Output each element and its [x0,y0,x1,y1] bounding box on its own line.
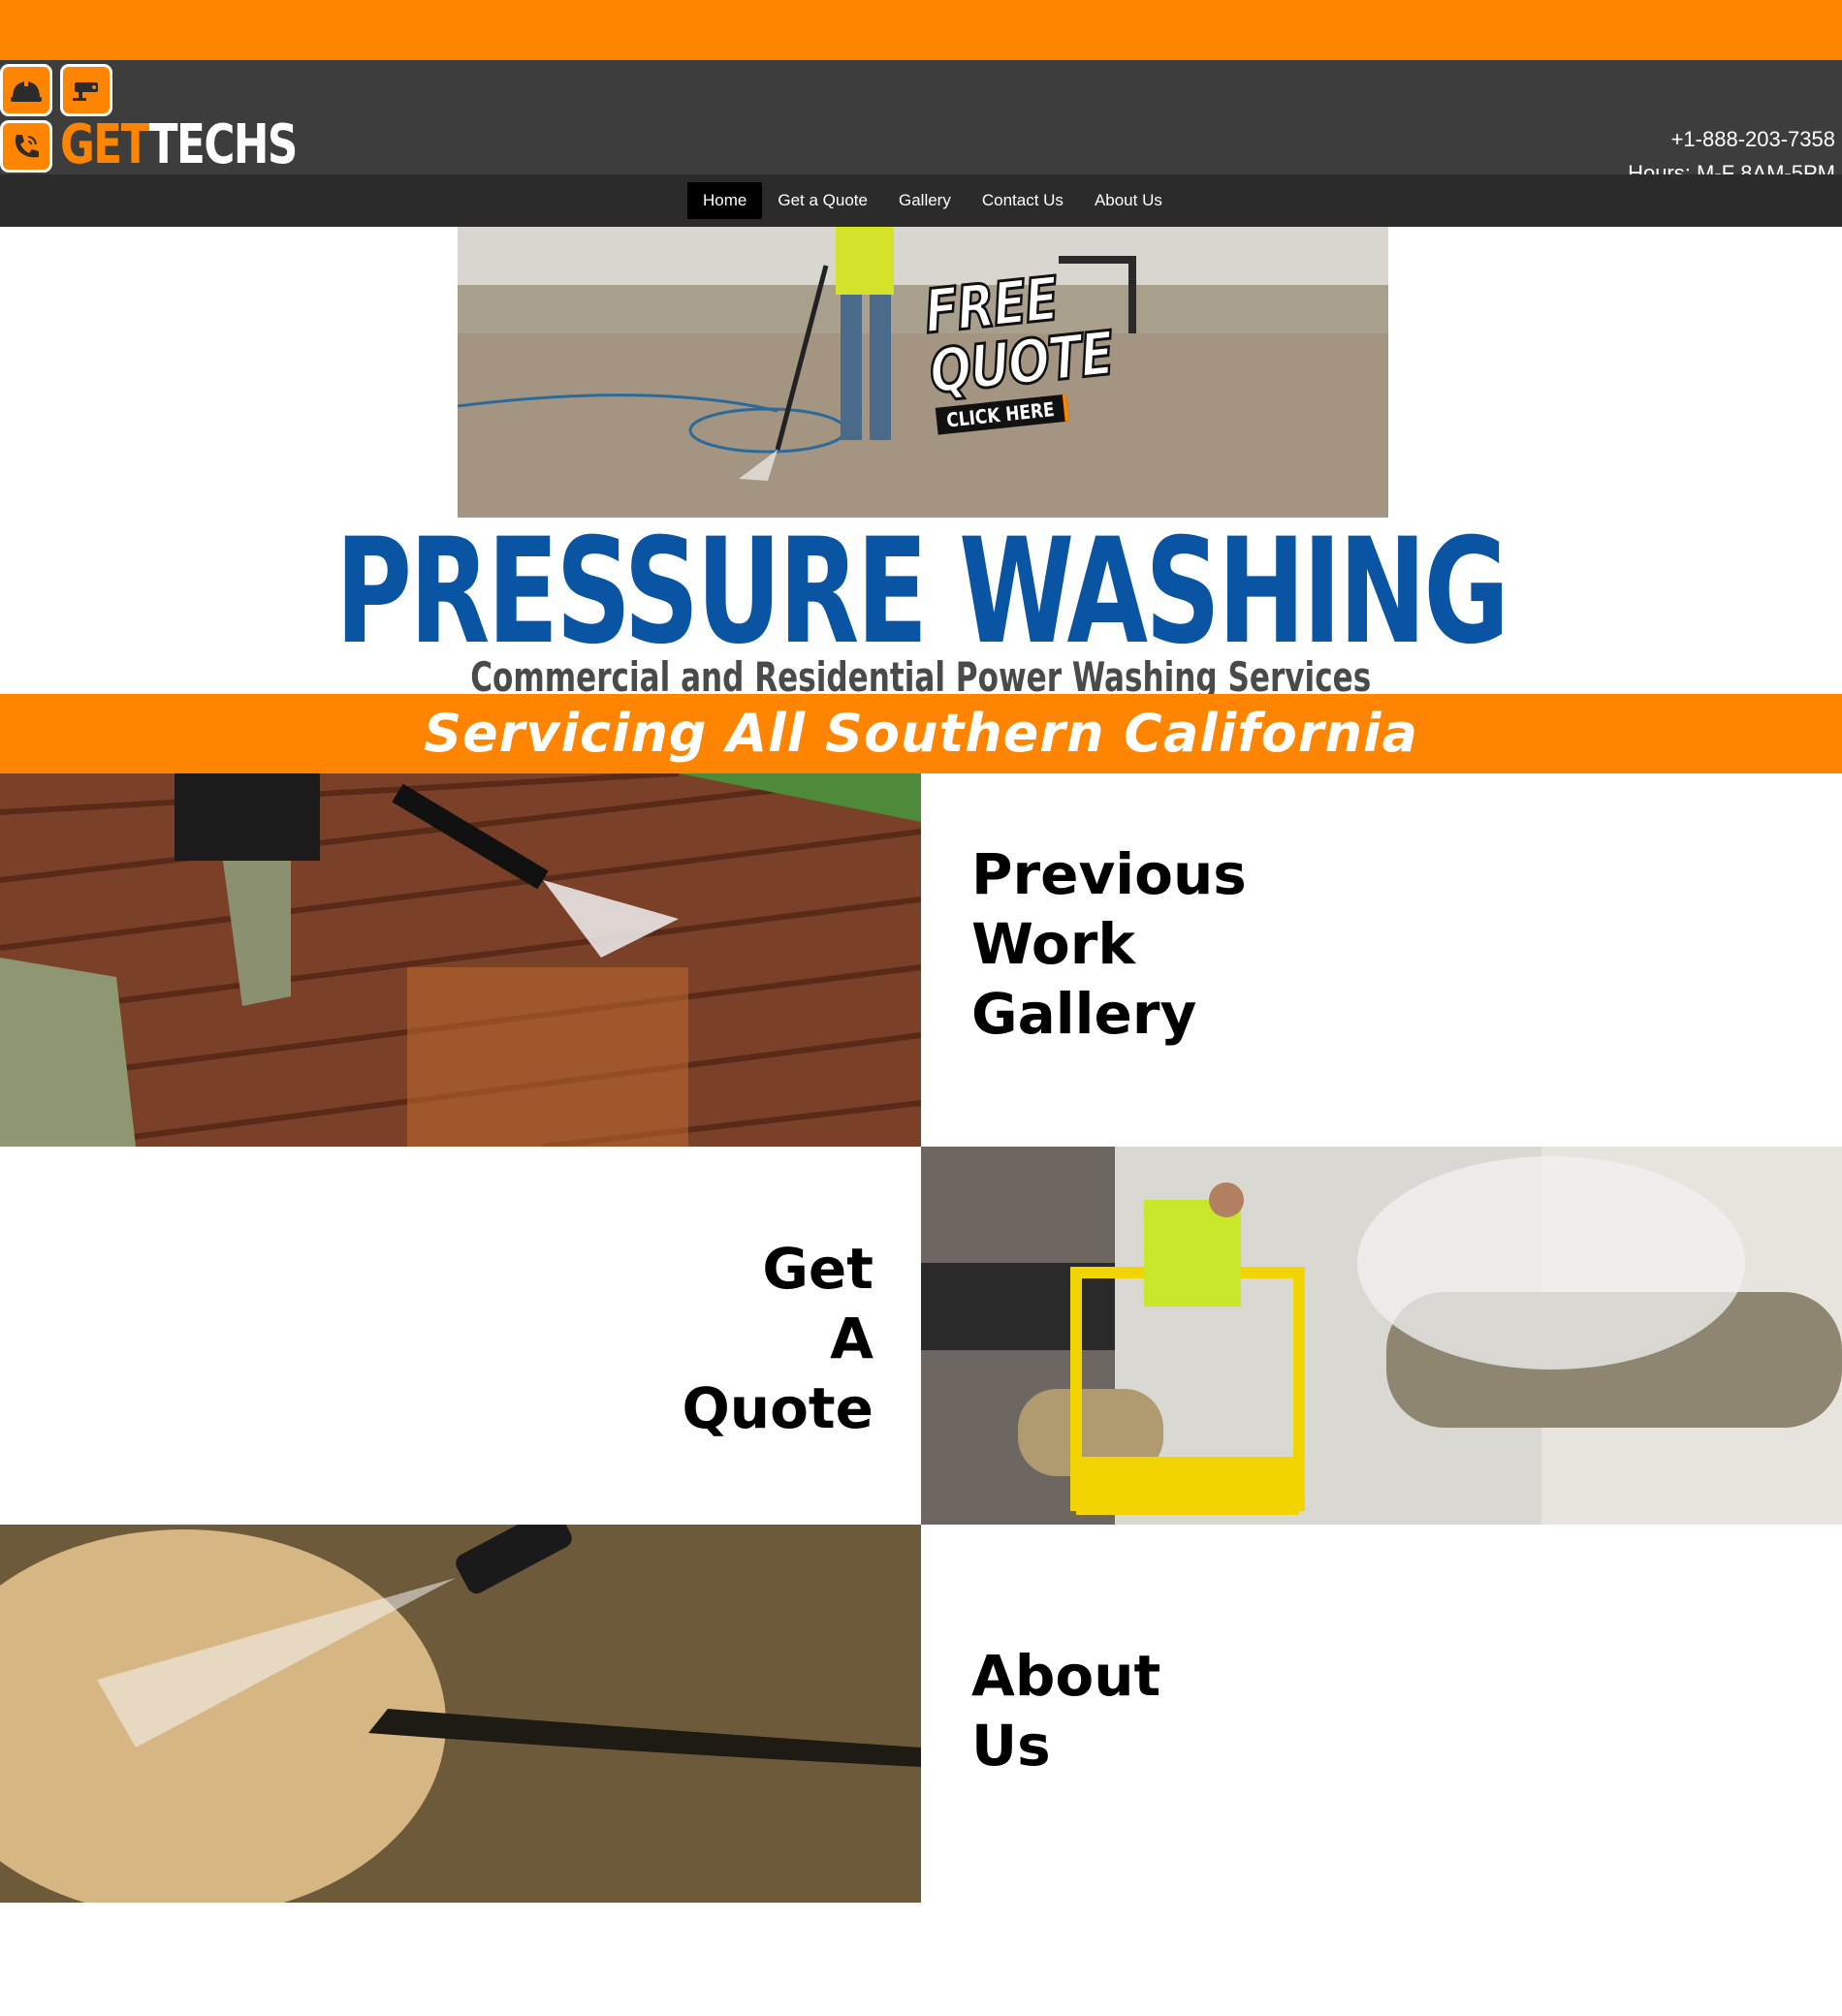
hardhat-icon [0,64,52,116]
phone-icon [0,120,52,173]
quote-row: Get A Quote [0,1147,1842,1525]
nav-home[interactable]: Home [687,182,763,219]
free-quote-line2: QUOTE [925,316,1117,408]
nav-get-a-quote[interactable]: Get a Quote [762,182,883,219]
free-quote-banner[interactable]: FREE QUOTE CLICK HERE [458,227,1388,518]
service-area-band: Servicing All Southern California [0,694,1842,773]
logo-get: GET [60,113,150,176]
free-quote-badge[interactable]: FREE QUOTE CLICK HERE [905,262,1117,437]
previous-work-gallery-link[interactable]: Previous Work Gallery [921,839,1842,1049]
about-us-link[interactable]: About Us [921,1641,1842,1780]
concrete-cleaning-photo[interactable] [0,1525,921,1903]
nav-gallery[interactable]: Gallery [883,182,967,219]
security-camera-icon [60,64,112,116]
deck-cleaning-photo[interactable] [0,773,921,1147]
gallery-word-3: Gallery [971,981,1197,1047]
get-a-quote-link[interactable]: Get A Quote [0,1234,921,1443]
nav-contact-us[interactable]: Contact Us [967,182,1079,219]
logo-techs: TECHS [148,113,298,176]
quote-word-3: Quote [682,1375,873,1441]
nav-about-us[interactable]: About Us [1079,182,1178,219]
lift-cleaning-photo[interactable] [921,1147,1842,1525]
about-word-2: Us [971,1713,1051,1779]
pressure-washing-headline: PRESSURE WASHING Commercial and Resident… [0,508,1842,701]
top-accent-bar [0,0,1842,60]
about-row: About Us [0,1525,1842,1903]
service-area-text: Servicing All Southern California [424,703,1418,764]
gallery-word-1: Previous [971,841,1247,907]
site-logo[interactable]: GETTECHS [0,60,298,174]
about-word-1: About [971,1643,1161,1709]
gallery-word-2: Work [971,911,1135,977]
quote-word-2: A [830,1306,873,1371]
phone-number[interactable]: +1-888-203-7358 [1628,122,1835,156]
logo-wordmark: GETTECHS [60,113,298,176]
main-nav: Home Get a Quote Gallery Contact Us Abou… [0,174,1842,227]
quote-word-1: Get [762,1236,873,1302]
gallery-row: Previous Work Gallery [0,773,1842,1147]
headline-title: PRESSURE WASHING [334,508,1509,677]
